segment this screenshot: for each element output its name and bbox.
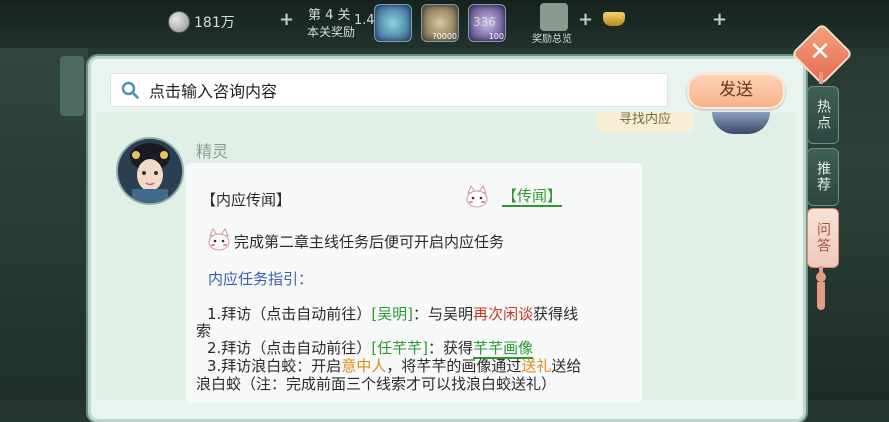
previous-question-text: 寻找内应	[618, 112, 671, 127]
tassel-knot	[816, 272, 826, 282]
reward-slot-3-count: 100	[488, 32, 504, 41]
guide-title: 内应任务指引：	[208, 270, 314, 288]
tassel-decoration	[819, 72, 823, 84]
tab-recommend-label: 推荐	[815, 161, 831, 193]
step-text: ：与吴明	[413, 305, 474, 323]
reward-overview-label: 奖励总览	[532, 34, 572, 45]
tab-hot-label: 热点	[815, 99, 831, 131]
rumor-link[interactable]: 【传闻】	[502, 187, 563, 207]
search-bar	[110, 73, 668, 108]
silver-amount: 181万	[194, 15, 235, 31]
lantern-post	[60, 56, 84, 116]
tab-hot[interactable]: 热点	[807, 86, 839, 144]
tab-qa-label: 问答	[815, 222, 831, 254]
tassel-fringe	[817, 282, 825, 310]
step-highlight: 再次闲谈	[473, 305, 534, 323]
search-icon	[121, 81, 139, 99]
reward-slot-1[interactable]	[374, 4, 412, 42]
previous-question-bubble: 寻找内应	[596, 112, 694, 132]
send-button[interactable]: 发送	[687, 73, 785, 109]
guide-step-3-wrap: 浪白蛟（注：完成前面三个线索才可以找浪白蛟送礼）	[196, 375, 557, 393]
add-gold-button[interactable]: +	[712, 9, 727, 30]
cat-emoji-icon	[466, 185, 488, 208]
npc-portrait-icon	[118, 139, 182, 203]
step-text: 获得线	[533, 305, 579, 323]
gold-ingot-icon	[603, 12, 625, 26]
reward-slot-3[interactable]: 336 100	[468, 4, 506, 42]
unlock-condition-text: 完成第二章主线任务后便可开启内应任务	[234, 233, 505, 251]
guide-step-1: 1.拜访（点击自动前往）[吴明]：与吴明再次闲谈获得线	[207, 303, 578, 324]
stage-reward-label: 本关奖励	[307, 25, 356, 39]
close-icon[interactable]: ✕	[808, 34, 832, 70]
top-hud: 181万 + 第 4 关 本关奖励 1.48 ?0000 336 100 奖励总…	[0, 0, 889, 48]
search-input[interactable]	[147, 74, 651, 108]
npc-avatar	[116, 137, 184, 205]
add-silver-button[interactable]: +	[279, 9, 294, 30]
reward-slot-2[interactable]: ?0000	[421, 4, 459, 42]
tab-qa[interactable]: 问答	[807, 208, 839, 268]
npc-link-wuming[interactable]: [吴明]	[371, 305, 413, 323]
silver-coin-icon	[168, 11, 190, 33]
stage-label: 第 4 关	[308, 8, 351, 23]
reward-slot-2-count: ?0000	[432, 32, 457, 41]
gift-box-icon[interactable]	[540, 3, 568, 31]
cat-emoji-icon	[208, 228, 230, 251]
reward-slot-3-label: 336	[473, 15, 496, 29]
npc-name: 精灵	[196, 142, 229, 161]
message-title: 【内应传闻】	[201, 191, 292, 209]
step-text: 1.拜访（点击自动前往）	[207, 305, 372, 323]
tab-recommend[interactable]: 推荐	[807, 148, 839, 206]
add-gift-button[interactable]: +	[578, 9, 593, 30]
